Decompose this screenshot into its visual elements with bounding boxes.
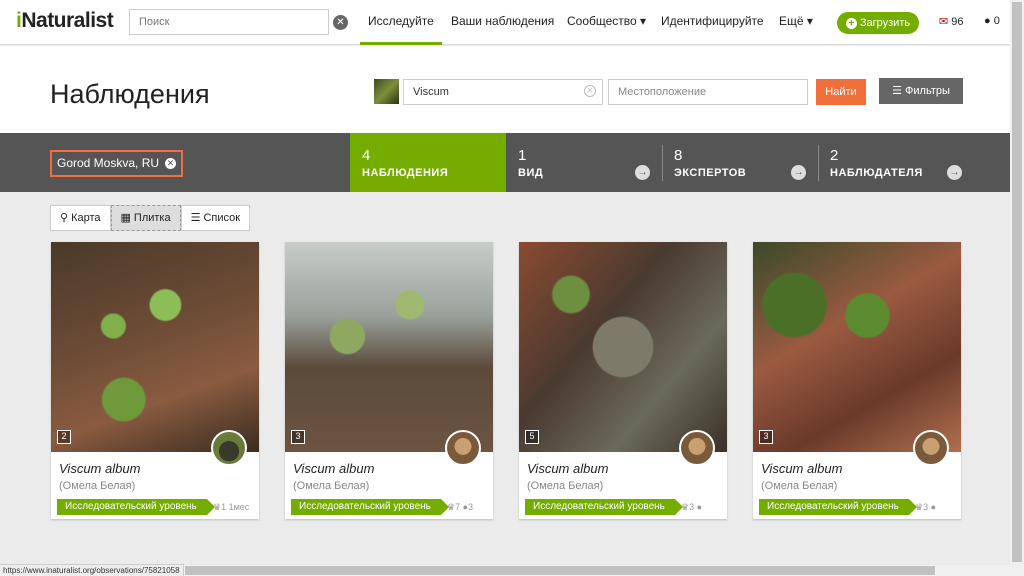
user-avatar[interactable] (913, 430, 949, 466)
view-map-button[interactable]: ⚲ Карта (50, 205, 111, 231)
map-marker-icon: ⚲ (60, 212, 69, 224)
observation-photo[interactable] (519, 242, 727, 452)
list-icon: ☰ (190, 212, 201, 224)
active-nav-underline (360, 42, 442, 45)
filters-button[interactable]: ☰ Фильтры (879, 78, 963, 104)
observation-card[interactable]: 3 Viscum album (Омела Белая) Исследовате… (753, 242, 961, 519)
quality-grade-badge: Исследовательский уровень (759, 499, 917, 515)
status-bar-url: https://www.inaturalist.org/observations… (0, 564, 184, 576)
envelope-icon: ✉ (939, 16, 949, 28)
photo-count-badge: 3 (759, 430, 773, 444)
view-toggle: ⚲ Карта ▦ Плитка ☰ Список (50, 205, 251, 231)
tab-observations[interactable]: 4 НАБЛЮДЕНИЯ (350, 133, 506, 192)
remove-place-icon[interactable]: ✕ (165, 158, 176, 169)
view-list-button[interactable]: ☰ Список (180, 205, 251, 231)
photo-count-badge: 5 (525, 430, 539, 444)
user-avatar[interactable] (445, 430, 481, 466)
clear-search-icon[interactable]: ✕ (333, 15, 348, 30)
inaturalist-logo[interactable]: iNaturalist (16, 9, 114, 33)
observation-photo[interactable] (285, 242, 493, 452)
place-search-input[interactable]: Местоположение (608, 79, 808, 105)
scientific-name[interactable]: Viscum album (293, 461, 374, 476)
quality-grade-badge: Исследовательский уровень (525, 499, 683, 515)
tab-identifiers[interactable]: 8 ЭКСПЕРТОВ → (662, 133, 818, 192)
messages-link[interactable]: ✉ 96 (939, 15, 964, 28)
notifications-link[interactable]: ● 0 (984, 15, 1000, 27)
horizontal-scroll-thumb[interactable] (185, 566, 935, 575)
clear-taxon-icon[interactable]: ✕ (584, 85, 596, 97)
taxon-search-input[interactable]: Viscum (403, 79, 603, 105)
nav-explore[interactable]: Исследуйте (368, 14, 434, 28)
user-avatar[interactable] (211, 430, 247, 466)
quality-grade-badge: Исследовательский уровень (57, 499, 215, 515)
upload-button[interactable]: + Загрузить (837, 12, 919, 34)
observation-card[interactable]: 2 Viscum album (Омела Белая) Исследовате… (51, 242, 259, 519)
nav-identify[interactable]: Идентифицируйте (661, 14, 764, 28)
comment-icon: ● (984, 15, 991, 27)
top-nav: iNaturalist ✕ Исследуйте Ваши наблюдения… (0, 0, 1010, 45)
grid-icon: ▦ (120, 212, 131, 224)
common-name: (Омела Белая) (293, 480, 370, 492)
observation-photo[interactable] (51, 242, 259, 452)
common-name: (Омела Белая) (59, 480, 136, 492)
vertical-scroll-thumb[interactable] (1012, 2, 1022, 562)
place-filter-chip[interactable]: Gorod Moskva, RU ✕ (50, 150, 183, 177)
common-name: (Омела Белая) (761, 480, 838, 492)
page-title: Наблюдения (50, 79, 210, 109)
card-meta: ♛3 ● (681, 502, 703, 512)
stats-bar: Gorod Moskva, RU ✕ 4 НАБЛЮДЕНИЯ 1 ВИД → … (0, 133, 1010, 192)
taxon-thumbnail (374, 79, 399, 104)
photo-count-badge: 3 (291, 430, 305, 444)
observations-header: Наблюдения Viscum ✕ Местоположение Найти… (0, 46, 1010, 133)
arrow-right-icon: → (635, 165, 650, 180)
observation-card[interactable]: 3 Viscum album (Омела Белая) Исследовате… (285, 242, 493, 519)
card-meta: ♛7 ●3 (447, 502, 474, 512)
scientific-name[interactable]: Viscum album (527, 461, 608, 476)
common-name: (Омела Белая) (527, 480, 604, 492)
user-avatar[interactable] (679, 430, 715, 466)
card-meta: ♛3 ● (915, 502, 937, 512)
search-input[interactable] (129, 9, 329, 35)
card-meta: ♛1 1мес (213, 502, 250, 512)
photo-count-badge: 2 (57, 430, 71, 444)
arrow-right-icon: → (947, 165, 962, 180)
nav-more[interactable]: Ещё ▾ (779, 14, 813, 28)
scientific-name[interactable]: Viscum album (761, 461, 842, 476)
nav-your-observations[interactable]: Ваши наблюдения (451, 14, 554, 28)
quality-grade-badge: Исследовательский уровень (291, 499, 449, 515)
observation-photo[interactable] (753, 242, 961, 452)
arrow-right-icon: → (791, 165, 806, 180)
scientific-name[interactable]: Viscum album (59, 461, 140, 476)
nav-community[interactable]: Сообщество ▾ (567, 14, 646, 28)
observation-card[interactable]: 5 Viscum album (Омела Белая) Исследовате… (519, 242, 727, 519)
view-grid-button[interactable]: ▦ Плитка (110, 205, 181, 231)
sliders-icon: ☰ (892, 85, 902, 97)
search-button[interactable]: Найти (816, 79, 866, 105)
tab-species[interactable]: 1 ВИД → (506, 133, 662, 192)
plus-icon: + (845, 18, 857, 29)
tab-observers[interactable]: 2 НАБЛЮДАТЕЛЯ → (818, 133, 974, 192)
